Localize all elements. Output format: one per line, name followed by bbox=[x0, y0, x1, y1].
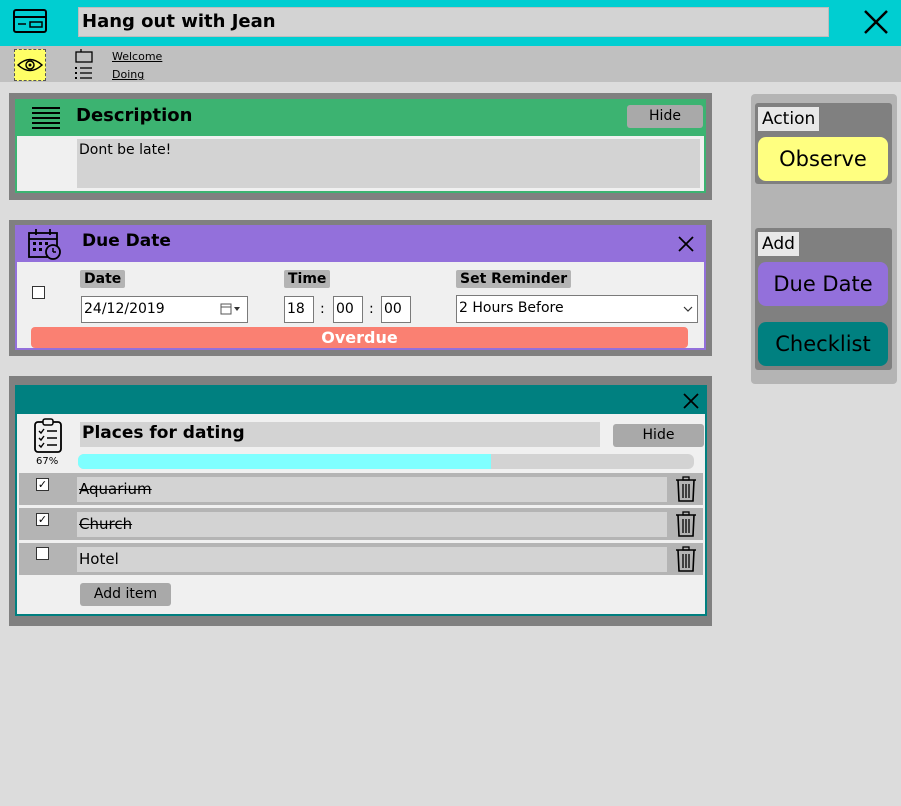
calendar-dropdown-icon[interactable] bbox=[220, 302, 242, 316]
checklist-item-text[interactable]: Church bbox=[77, 512, 667, 537]
description-hide-button[interactable]: Hide bbox=[627, 105, 703, 128]
add-due-date-button[interactable]: Due Date bbox=[758, 262, 888, 306]
trash-icon[interactable] bbox=[675, 546, 697, 572]
due-date-title: Due Date bbox=[82, 231, 171, 251]
reminder-label: Set Reminder bbox=[456, 270, 572, 288]
minute-input[interactable]: 00 bbox=[333, 296, 363, 323]
time-separator: : bbox=[320, 301, 325, 317]
close-icon[interactable] bbox=[676, 234, 696, 254]
chevron-down-icon[interactable] bbox=[682, 303, 694, 315]
checklist-hide-button[interactable]: Hide bbox=[613, 424, 704, 447]
hour-input[interactable]: 18 bbox=[284, 296, 314, 323]
checklist-title-input[interactable]: Places for dating bbox=[80, 422, 600, 447]
card-title-input[interactable]: Hang out with Jean bbox=[78, 7, 829, 37]
board-icon bbox=[75, 49, 93, 63]
checklist-progress-percent: 67% bbox=[36, 456, 59, 467]
add-item-button[interactable]: Add item bbox=[80, 583, 171, 606]
close-icon[interactable] bbox=[681, 391, 701, 411]
clipboard-checklist-icon bbox=[34, 418, 62, 453]
due-date-complete-checkbox[interactable] bbox=[32, 286, 45, 299]
trash-icon[interactable] bbox=[675, 476, 697, 502]
checklist-item-text[interactable]: Aquarium bbox=[77, 477, 667, 502]
checklist-progress-bar bbox=[78, 454, 694, 469]
add-checklist-button[interactable]: Checklist bbox=[758, 322, 888, 366]
time-separator: : bbox=[369, 301, 374, 317]
card-icon bbox=[13, 9, 47, 33]
checklist-item-checkbox[interactable] bbox=[36, 547, 49, 560]
second-input[interactable]: 00 bbox=[381, 296, 411, 323]
description-icon bbox=[32, 107, 60, 129]
watch-button[interactable] bbox=[14, 49, 46, 81]
time-label: Time bbox=[284, 270, 331, 288]
calendar-clock-icon bbox=[28, 229, 61, 260]
breadcrumb-list[interactable]: Doing bbox=[112, 68, 144, 81]
trash-icon[interactable] bbox=[675, 511, 697, 537]
overdue-status-badge: Overdue bbox=[31, 327, 688, 348]
description-title: Description bbox=[76, 105, 193, 126]
checklist-item-checkbox[interactable]: ✓ bbox=[36, 513, 49, 526]
checklist-progress-fill bbox=[78, 454, 491, 469]
description-textarea[interactable]: Dont be late! bbox=[77, 139, 700, 188]
list-icon bbox=[75, 67, 92, 79]
eye-icon bbox=[16, 58, 44, 72]
checklist-header bbox=[17, 387, 705, 414]
breadcrumb-board[interactable]: Welcome bbox=[112, 50, 162, 63]
date-label: Date bbox=[80, 270, 126, 288]
reminder-select[interactable]: 2 Hours Before bbox=[456, 295, 698, 323]
checklist-item-text[interactable]: Hotel bbox=[77, 547, 667, 572]
observe-button[interactable]: Observe bbox=[758, 137, 888, 181]
close-icon[interactable] bbox=[860, 6, 892, 38]
action-label: Action bbox=[758, 107, 820, 131]
checklist-item-checkbox[interactable]: ✓ bbox=[36, 478, 49, 491]
add-label: Add bbox=[758, 232, 799, 256]
